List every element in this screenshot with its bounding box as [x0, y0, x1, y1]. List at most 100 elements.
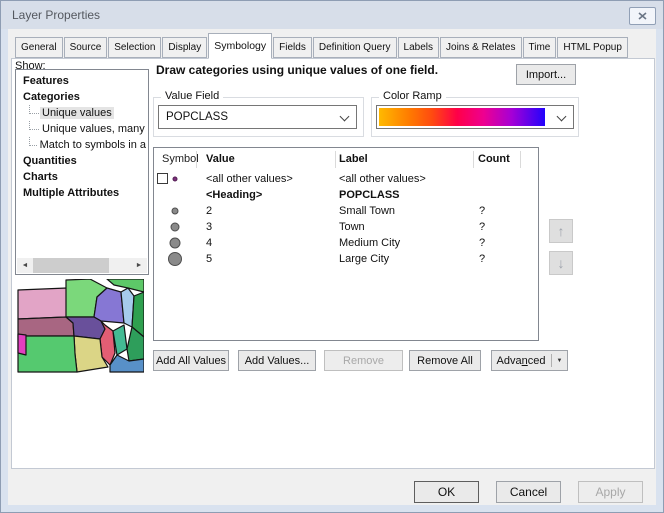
- map-preview: [17, 279, 144, 373]
- ok-button[interactable]: OK: [414, 481, 479, 503]
- layer-properties-dialog: Layer Properties GeneralSourceSelectionD…: [0, 0, 664, 513]
- count-cell: ?: [479, 221, 485, 233]
- tab-time[interactable]: Time: [523, 37, 557, 58]
- table-row[interactable]: <all other values><all other values>: [154, 171, 538, 187]
- show-tree-item[interactable]: Unique values: [16, 105, 148, 121]
- table-row[interactable]: 2 Small Town?: [154, 203, 538, 219]
- value-cell: 5: [206, 253, 212, 265]
- remove-button[interactable]: Remove: [324, 350, 403, 371]
- tab-joins-relates[interactable]: Joins & Relates: [440, 37, 521, 58]
- state-pink: [18, 288, 68, 319]
- advanced-button[interactable]: Advanced ▼: [491, 350, 568, 371]
- tree-item-label: Unique values: [40, 107, 114, 119]
- chevron-down-icon: [340, 112, 350, 122]
- advanced-label: Adva: [497, 355, 522, 367]
- tab-display[interactable]: Display: [162, 37, 207, 58]
- symbol-cell: [156, 203, 190, 219]
- column-header-count: Count: [478, 153, 510, 165]
- show-tree-item[interactable]: Categories: [16, 89, 148, 105]
- tab-html-popup[interactable]: HTML Popup: [557, 37, 628, 58]
- tab-source[interactable]: Source: [64, 37, 108, 58]
- scrollbar-thumb[interactable]: [33, 258, 109, 273]
- color-ramp-dropdown[interactable]: [376, 105, 574, 129]
- add-values-button[interactable]: Add Values...: [238, 350, 316, 371]
- tab-bar: GeneralSourceSelectionDisplaySymbologyFi…: [15, 33, 629, 58]
- scroll-right-icon[interactable]: ►: [131, 258, 147, 273]
- symbol-cell: [156, 219, 190, 235]
- value-field-dropdown[interactable]: POPCLASS: [158, 105, 357, 129]
- table-rows: <all other values><all other values><Hea…: [154, 171, 538, 267]
- header-divider: [196, 151, 197, 168]
- tab-definition-query[interactable]: Definition Query: [313, 37, 397, 58]
- table-row[interactable]: <Heading> POPCLASS: [154, 187, 538, 203]
- add-all-values-button[interactable]: Add All Values: [153, 350, 229, 371]
- tab-symbology[interactable]: Symbology: [208, 33, 272, 59]
- column-header-value: Value: [206, 153, 235, 165]
- value-field-selected-value: POPCLASS: [166, 111, 228, 123]
- label-cell: Small Town: [339, 205, 395, 217]
- symbol-cell: [156, 187, 190, 203]
- state-magenta: [18, 334, 26, 355]
- value-field-label: Value Field: [161, 90, 223, 102]
- show-tree[interactable]: Features Categories Unique values Unique va…: [15, 69, 149, 275]
- state-mauve: [18, 317, 74, 336]
- color-ramp-gradient: [379, 108, 545, 126]
- point-symbol-icon: [171, 223, 180, 232]
- label-cell: Medium City: [339, 237, 400, 249]
- table-header: Symbol Value Label Count: [154, 148, 538, 171]
- tree-branch-line: [29, 105, 39, 114]
- show-tree-item[interactable]: Charts: [16, 169, 148, 185]
- cancel-button[interactable]: Cancel: [496, 481, 561, 503]
- show-tree-item[interactable]: Match to symbols in a: [16, 137, 148, 153]
- label-cell: <all other values>: [339, 173, 426, 185]
- value-cell: <Heading>: [206, 189, 262, 201]
- draw-categories-heading: Draw categories using unique values of o…: [156, 63, 438, 77]
- show-tree-item[interactable]: Multiple Attributes: [16, 185, 148, 201]
- unique-values-table[interactable]: Symbol Value Label Count <all other valu…: [153, 147, 539, 341]
- count-cell: ?: [479, 237, 485, 249]
- table-row[interactable]: 4Medium City?: [154, 235, 538, 251]
- dropdown-arrow-icon: ▼: [557, 358, 563, 364]
- count-cell: ?: [479, 205, 485, 217]
- table-row[interactable]: 5Large City?: [154, 251, 538, 267]
- count-cell: ?: [479, 253, 485, 265]
- tree-item-label: Quantities: [21, 155, 79, 167]
- titlebar: Layer Properties: [1, 1, 663, 29]
- header-divider: [473, 151, 474, 168]
- scroll-left-icon[interactable]: ◄: [17, 258, 33, 273]
- move-up-button[interactable]: ↑: [549, 219, 573, 243]
- show-tree-item[interactable]: Unique values, many: [16, 121, 148, 137]
- close-button[interactable]: [629, 7, 656, 25]
- tree-item-label: Charts: [21, 171, 60, 183]
- label-cell: Town: [339, 221, 365, 233]
- button-divider: [551, 354, 552, 367]
- remove-all-button[interactable]: Remove All: [409, 350, 481, 371]
- chevron-down-icon: [557, 112, 567, 122]
- apply-button[interactable]: Apply: [578, 481, 643, 503]
- tree-item-label: Features: [21, 75, 71, 87]
- advanced-label: ced: [528, 355, 546, 367]
- tab-general[interactable]: General: [15, 37, 63, 58]
- move-down-button[interactable]: ↓: [549, 251, 573, 275]
- tab-fields[interactable]: Fields: [273, 37, 312, 58]
- tree-branch-line: [29, 137, 37, 146]
- tree-item-label: Match to symbols in a: [38, 139, 148, 151]
- table-row[interactable]: 3 Town?: [154, 219, 538, 235]
- symbol-checkbox[interactable]: [157, 173, 168, 184]
- import-button[interactable]: Import...: [516, 64, 576, 85]
- show-tree-item[interactable]: Quantities: [16, 153, 148, 169]
- label-cell: POPCLASS: [339, 189, 400, 201]
- tree-item-label: Categories: [21, 91, 82, 103]
- symbol-cell: [156, 235, 190, 251]
- value-cell: 3: [206, 221, 212, 233]
- show-tree-items: Features Categories Unique values Unique va…: [16, 70, 148, 201]
- tab-labels[interactable]: Labels: [398, 37, 439, 58]
- value-cell: 2: [206, 205, 212, 217]
- tree-horizontal-scrollbar[interactable]: ◄ ►: [17, 258, 147, 273]
- point-symbol-icon: [173, 177, 178, 182]
- show-tree-item[interactable]: Features: [16, 73, 148, 89]
- point-symbol-icon: [168, 252, 182, 266]
- point-symbol-icon: [170, 238, 181, 249]
- tab-selection[interactable]: Selection: [108, 37, 161, 58]
- close-icon: [638, 12, 647, 20]
